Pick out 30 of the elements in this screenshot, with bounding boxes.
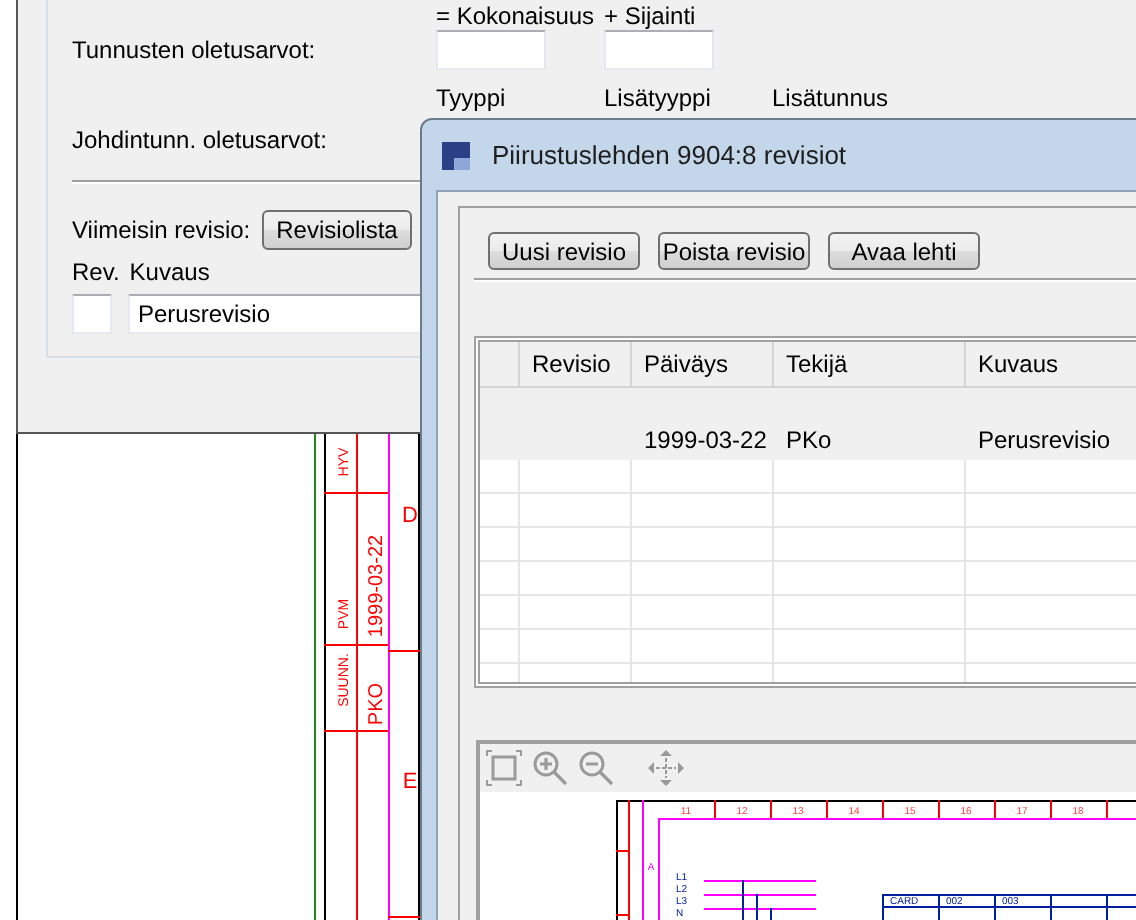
field-label: Johdintunn. oletusarvot: <box>72 126 327 154</box>
zoom-in-icon[interactable] <box>532 750 568 786</box>
zoom-out-icon[interactable] <box>578 750 614 786</box>
field-caption: + Sijainti <box>604 2 698 30</box>
window-title: Piirustuslehden 9904:8 revisiot <box>492 140 847 170</box>
input-field[interactable] <box>72 294 112 334</box>
date-text: 1999-03-22 <box>366 534 388 638</box>
field-caption: Tyyppi <box>436 84 508 116</box>
table-cell: Perusrevisio <box>966 388 1136 460</box>
field-label: Tunnusten oletusarvot: <box>72 36 318 64</box>
pan-icon[interactable] <box>648 750 684 786</box>
toolbar-button[interactable]: Avaa lehti <box>828 232 980 270</box>
field-caption: Lisätunnus <box>772 84 891 116</box>
designer-text: PKO <box>366 682 388 726</box>
table-cell: 1999-03-22 <box>632 388 774 460</box>
zone-label: E <box>402 770 418 794</box>
column-label: Kuvaus <box>129 258 210 286</box>
field-label: Viimeisin revisio: <box>72 216 251 244</box>
field-caption: = Kokonaisuus <box>436 2 597 30</box>
column-label: Rev. <box>72 258 120 286</box>
toolbar-button[interactable]: Poista revisio <box>658 232 810 270</box>
input-field[interactable] <box>436 30 546 70</box>
input-field[interactable] <box>604 30 714 70</box>
revision-list-button[interactable]: Revisiolista <box>262 210 412 250</box>
field-caption: Lisätyyppi <box>604 84 713 116</box>
app-icon <box>440 139 472 171</box>
table-cell: PKo <box>774 388 966 460</box>
toolbar-button[interactable]: Uusi revisio <box>488 232 640 270</box>
fit-view-icon[interactable] <box>486 750 522 786</box>
zone-label: D <box>402 504 418 528</box>
